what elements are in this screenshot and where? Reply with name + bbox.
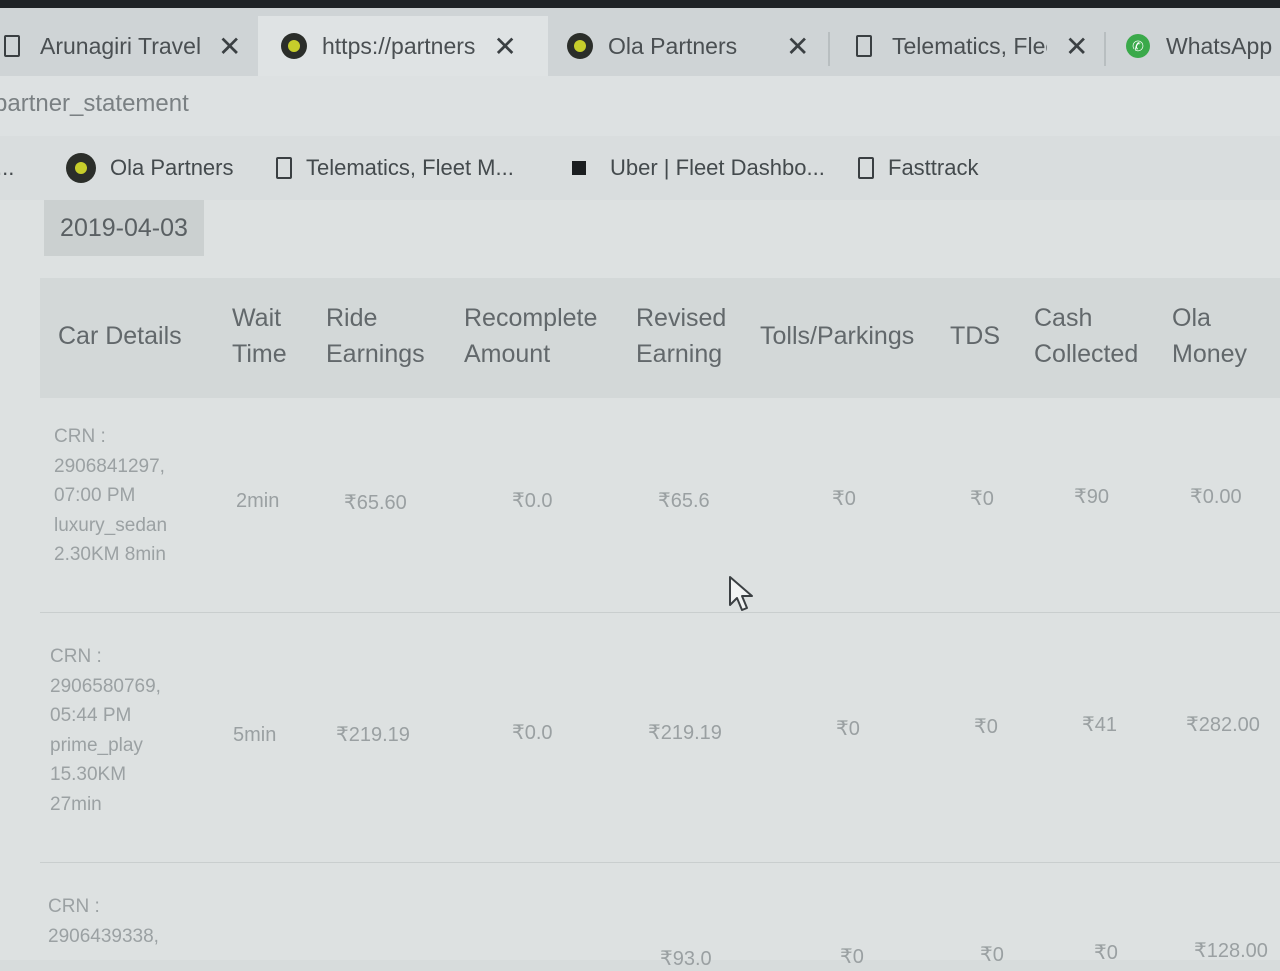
ola-money: ₹128.00 <box>1194 940 1268 962</box>
revised-earning: ₹93.0 <box>660 948 712 970</box>
revised-earning: ₹65.6 <box>658 490 710 512</box>
statement-page: 2019-04-03 Car Details Wait Time Ride Earn… <box>0 200 1280 970</box>
wait-time: 2min <box>236 490 280 512</box>
car-details: CRN : 2906841297, 07:00 PM luxury_sedan … <box>54 426 168 565</box>
tds: ₹0 <box>980 944 1004 966</box>
close-icon[interactable]: ✕ <box>1065 30 1088 63</box>
tab-telematics-fleet[interactable]: Telematics, Fleet ✕ <box>850 16 1100 76</box>
bookmark-label: Ola Partners <box>110 155 234 180</box>
column-header-wait-time: Wait Time <box>232 304 287 368</box>
column-header-car-details: Car Details <box>58 322 182 350</box>
tab-separator <box>828 32 830 66</box>
cash-collected: ₹0 <box>1094 942 1118 964</box>
whatsapp-icon: ✆ <box>1124 32 1152 60</box>
square-icon <box>572 161 586 175</box>
cash-collected: ₹90 <box>1074 486 1109 508</box>
tab-arunagiri-travel[interactable]: Arunagiri Travel ✕ <box>0 16 256 76</box>
bookmark-telematics-fleet[interactable]: Telematics, Fleet M... <box>276 152 514 184</box>
bookmark-truncated[interactable]: ... <box>0 152 14 184</box>
table-row: CRN : 2906841297, 07:00 PM luxury_sedan … <box>40 398 1280 613</box>
table-header: Car Details Wait Time Ride Earnings Recomp… <box>40 278 1280 398</box>
ola-icon <box>280 32 308 60</box>
ola-money: ₹0.00 <box>1190 486 1242 508</box>
address-bar[interactable]: partner_statement <box>0 76 1280 136</box>
bookmark-label: ... <box>0 155 15 180</box>
tab-label: Arunagiri Travel <box>40 32 200 59</box>
bookmarks-bar: ... Ola Partners Telematics, Fleet M... … <box>0 136 1280 201</box>
close-icon[interactable]: ✕ <box>493 30 516 63</box>
tolls-parkings: ₹0 <box>836 718 860 740</box>
bookmark-fasttrack[interactable]: Fasttrack <box>858 152 978 184</box>
document-icon <box>850 32 878 60</box>
ola-money: ₹282.00 <box>1186 714 1260 736</box>
tab-whatsapp[interactable]: ✆ WhatsApp <box>1124 16 1280 76</box>
document-icon <box>858 157 874 179</box>
browser-tab-strip: Arunagiri Travel ✕ https://partners ✕ Ol… <box>0 0 1280 76</box>
date-label: 2019-04-03 <box>60 213 188 242</box>
statement-date[interactable]: 2019-04-03 <box>44 200 204 256</box>
column-header-tolls-parkings: Tolls/Parkings <box>760 322 915 350</box>
bookmark-uber-fleet-dashboard[interactable]: Uber | Fleet Dashbo... <box>572 152 825 184</box>
tab-separator <box>1104 32 1106 66</box>
document-icon <box>0 32 26 60</box>
column-header-revised-earning: Revised Earning <box>636 304 727 368</box>
tab-label: WhatsApp <box>1166 32 1273 59</box>
ride-earnings: ₹65.60 <box>344 492 407 514</box>
tds: ₹0 <box>974 716 998 738</box>
column-header-recomplete-amount: Recomplete Amount <box>464 304 598 368</box>
close-icon[interactable]: ✕ <box>218 30 241 63</box>
bookmark-label: Telematics, Fleet M... <box>306 155 514 180</box>
tab-ola-partners[interactable]: Ola Partners ✕ <box>566 16 826 76</box>
revised-earning: ₹219.19 <box>648 722 722 744</box>
table-row: CRN : 2906580769, 05:44 PM prime_play 15… <box>40 612 1280 863</box>
address-url[interactable]: partner_statement <box>0 90 189 118</box>
column-header-cash-collected: Cash Collected <box>1034 304 1139 368</box>
recomplete-amount: ₹0.0 <box>512 490 553 512</box>
table-row: CRN : 2906439338, ₹93.0 ₹0 ₹0 ₹0 ₹128.00 <box>40 862 1280 970</box>
column-header-ride-earnings: Ride Earnings <box>326 304 425 368</box>
car-details: CRN : 2906580769, 05:44 PM prime_play 15… <box>50 646 161 815</box>
column-header-tds: TDS <box>950 322 1000 350</box>
tab-label: Ola Partners <box>608 32 738 59</box>
car-details: CRN : 2906439338, <box>48 896 159 947</box>
tds: ₹0 <box>970 488 994 510</box>
tab-partners-statement[interactable]: https://partners ✕ <box>258 16 548 76</box>
bookmark-label: Fasttrack <box>888 155 979 180</box>
tolls-parkings: ₹0 <box>832 488 856 510</box>
tab-label: https://partners <box>322 32 476 59</box>
close-icon[interactable]: ✕ <box>786 30 809 63</box>
wait-time: 5min <box>233 724 277 746</box>
ola-icon <box>66 153 96 183</box>
column-header-ola-money: Ola Money <box>1172 304 1248 368</box>
ride-earnings: ₹219.19 <box>336 724 410 746</box>
tolls-parkings: ₹0 <box>840 946 864 968</box>
mouse-cursor-icon <box>729 576 753 611</box>
bookmark-label: Uber | Fleet Dashbo... <box>610 155 825 180</box>
ola-icon <box>566 32 594 60</box>
bookmark-ola-partners[interactable]: Ola Partners <box>66 152 234 184</box>
recomplete-amount: ₹0.0 <box>512 722 553 744</box>
document-icon <box>276 157 292 179</box>
cash-collected: ₹41 <box>1082 714 1117 736</box>
tab-label: Telematics, Fleet <box>892 32 1047 59</box>
